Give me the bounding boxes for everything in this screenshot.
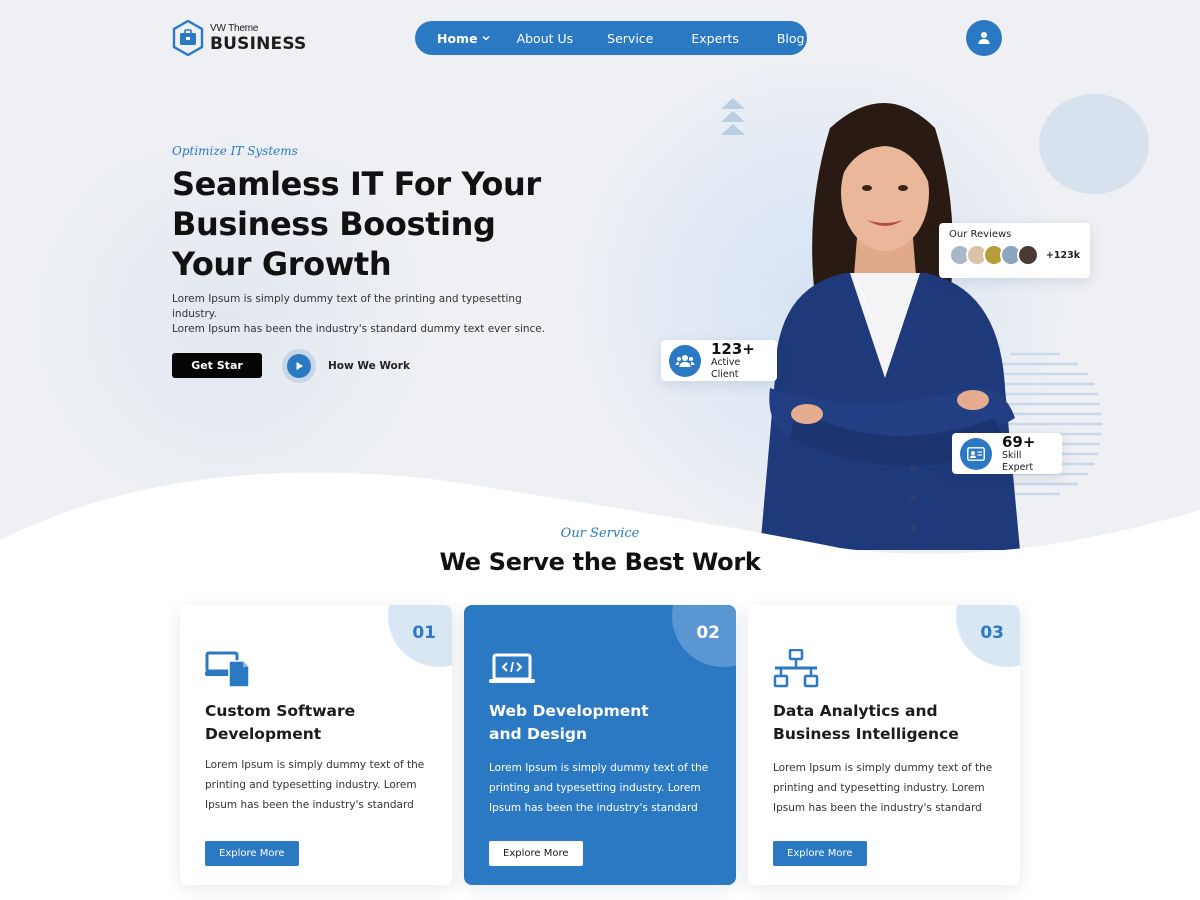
brand-small-text: VW Theme: [210, 22, 259, 34]
hero-title-line: Seamless IT For Your: [172, 165, 541, 203]
nav-item-blog[interactable]: Blog: [777, 31, 805, 46]
hero-description-line: Lorem Ipsum has been the industry's stan…: [172, 323, 546, 335]
hero-description-line: Lorem Ipsum is simply dummy text of the …: [172, 293, 522, 320]
play-button[interactable]: [287, 354, 311, 378]
hero-eyebrow: Optimize IT Systems: [172, 144, 298, 158]
user-account-button[interactable]: [966, 20, 1002, 56]
services-eyebrow: Our Service: [560, 526, 640, 541]
active-clients-card: 123+ Active Client: [661, 340, 777, 381]
service-name: Web Development and Design: [489, 702, 649, 743]
skill-experts-value: 69+: [1002, 432, 1036, 451]
network-icon: [773, 649, 819, 688]
hero-title: Seamless IT For Your Business Boosting Y…: [172, 164, 592, 284]
service-card: 03 Data Analytics and Business Intellige…: [748, 605, 1020, 885]
user-icon: [978, 32, 990, 44]
play-button-ring[interactable]: [282, 349, 316, 383]
reviews-title: Our Reviews: [949, 229, 1012, 240]
service-number: 02: [696, 623, 720, 643]
decorative-circle: [1039, 94, 1149, 194]
get-started-button[interactable]: Get Star: [172, 353, 262, 378]
active-clients-label: Active Client: [711, 356, 741, 380]
briefcase-shield-icon: [172, 20, 204, 56]
hero-title-line: Your Growth: [172, 245, 392, 283]
service-name: Data Analytics and Business Intelligence: [773, 702, 959, 743]
users-icon: [669, 344, 701, 377]
nav-item-home[interactable]: Home: [437, 31, 491, 46]
laptop-code-icon: [489, 653, 535, 683]
nav-item-about[interactable]: About Us: [517, 31, 574, 46]
service-number: 03: [980, 623, 1004, 643]
hero-description: Lorem Ipsum is simply dummy text of the …: [172, 292, 552, 337]
service-number: 01: [412, 623, 436, 643]
nav-item-label: Home: [437, 30, 478, 46]
hero-title-line: Business Boosting: [172, 205, 496, 243]
main-nav: Home About Us Service Experts Blog: [415, 21, 807, 55]
explore-more-button[interactable]: Explore More: [773, 841, 867, 866]
skill-experts-label: Skill Expert: [1002, 449, 1034, 473]
nav-item-service[interactable]: Service: [607, 31, 653, 46]
reviewer-avatars: +123k: [949, 244, 1080, 266]
id-card-icon: [960, 437, 992, 470]
services-title: We Serve the Best Work: [439, 548, 761, 576]
nav-item-experts[interactable]: Experts: [691, 31, 738, 46]
avatar: [1016, 244, 1039, 266]
service-description: Lorem Ipsum is simply dummy text of the …: [773, 762, 993, 814]
reviews-count: +123k: [1045, 249, 1081, 261]
explore-more-button[interactable]: Explore More: [489, 841, 583, 866]
how-we-work-link[interactable]: How We Work: [282, 349, 410, 383]
service-card: 01 Custom Software Development Lorem Ips…: [180, 605, 452, 885]
reviews-card: Our Reviews +123k: [939, 223, 1090, 278]
brand-logo[interactable]: VW Theme BUSINESS: [172, 20, 307, 56]
play-icon: [296, 362, 303, 370]
service-description: Lorem Ipsum is simply dummy text of the …: [489, 762, 709, 814]
service-card-active: 02 Web Development and Design Lorem Ipsu…: [464, 605, 736, 885]
skill-experts-card: 69+ Skill Expert: [952, 433, 1062, 474]
chevron-down-icon: [482, 35, 490, 41]
how-we-work-label[interactable]: How We Work: [328, 360, 410, 372]
active-clients-value: 123+: [711, 339, 755, 358]
brand-name: BUSINESS: [210, 33, 307, 54]
devices-icon: [205, 651, 250, 688]
explore-more-button[interactable]: Explore More: [205, 841, 299, 866]
service-name: Custom Software Development: [205, 702, 356, 743]
service-description: Lorem Ipsum is simply dummy text of the …: [205, 759, 425, 811]
